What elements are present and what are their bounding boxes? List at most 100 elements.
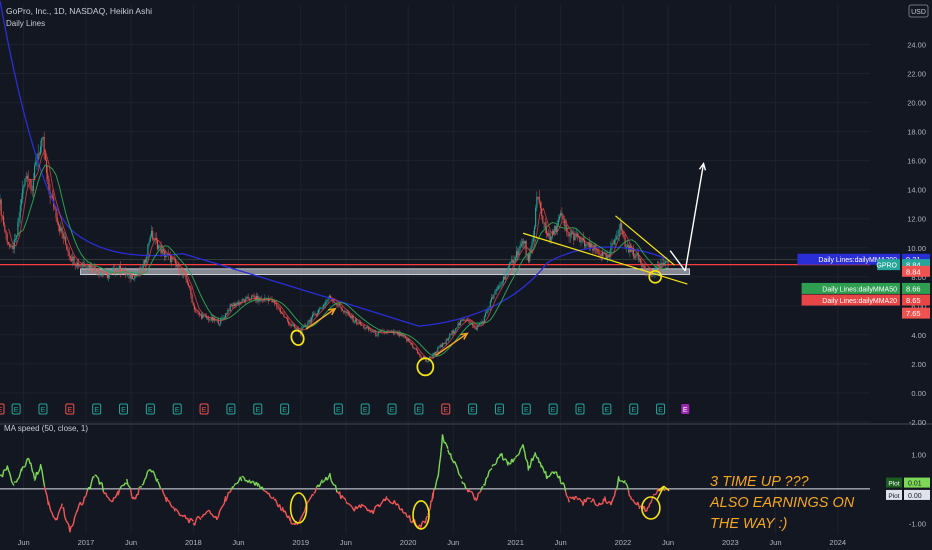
candle-body [61, 227, 63, 234]
candle-body [66, 243, 68, 250]
candle-body [69, 256, 71, 259]
candle-body [520, 243, 522, 247]
candle-body [177, 264, 179, 266]
osc-segment [124, 482, 128, 485]
candle-body [411, 342, 413, 345]
candle-body [448, 338, 450, 341]
osc-segment [356, 506, 359, 510]
candle-body [146, 257, 148, 263]
candle-body [19, 205, 21, 218]
candle-body [406, 337, 408, 341]
candle-body [187, 283, 190, 287]
candle-body [539, 202, 541, 209]
price-label-name: Daily Lines:dailyMMA20 [822, 298, 897, 305]
candle-body [227, 310, 229, 314]
candle-body [459, 320, 462, 325]
y-tick-label: 0.00 [911, 389, 926, 398]
candle-body [414, 348, 416, 350]
candle-body [148, 241, 150, 245]
candle-body [325, 301, 327, 305]
earnings-marker-next: E [681, 404, 690, 414]
candle-body [641, 262, 643, 267]
osc-segment [606, 501, 610, 505]
osc-segment [306, 500, 310, 504]
osc-segment [30, 462, 33, 468]
y-tick-label: 22.00 [907, 70, 926, 79]
candle-body [416, 350, 419, 354]
osc-segment [434, 481, 438, 487]
candle-body [317, 309, 320, 313]
candle-body [438, 347, 440, 348]
candle-body [524, 240, 526, 244]
osc-price-label: Plot 0.01 [886, 477, 930, 488]
candle-body [453, 331, 456, 334]
candle-body [450, 334, 452, 336]
osc-segment [120, 484, 123, 488]
candle-body [164, 250, 166, 258]
candle-body [626, 245, 629, 247]
candle-body [543, 222, 545, 224]
candle-body [564, 225, 567, 227]
candle-body [452, 330, 454, 334]
candle-body [102, 273, 104, 275]
candle-body [433, 353, 435, 356]
candle-body [527, 254, 530, 262]
candle-body [504, 276, 506, 280]
osc-segment [174, 508, 178, 511]
candle-body [23, 185, 25, 189]
candle-body [315, 314, 317, 316]
candle-body [202, 315, 204, 319]
candle-body [549, 232, 551, 241]
candle-body [413, 347, 415, 349]
y-tick-label: 16.00 [907, 157, 926, 166]
earnings-next-letter: E [683, 407, 688, 414]
candle-body [5, 230, 7, 234]
osc-segment [396, 503, 400, 506]
candle-body [56, 217, 58, 223]
candle-body [130, 275, 132, 279]
osc-segment [361, 504, 364, 507]
candle-body [615, 239, 617, 241]
osc-segment [579, 498, 582, 502]
osc-segment [189, 517, 193, 521]
candle-body [619, 223, 621, 230]
candle-body [477, 324, 479, 326]
candle-body [31, 189, 33, 191]
candle-body [127, 274, 129, 276]
osc-segment [7, 470, 11, 474]
osc-segment [589, 497, 592, 500]
candle-body [45, 160, 48, 173]
candle-body [22, 188, 24, 200]
candle-body [512, 259, 514, 264]
candle-body [463, 319, 465, 321]
chart-canvas[interactable]: E E E E E E E E E E E E E E E E E E E E E E E E E E 24.00 22.00 20.… [0, 0, 932, 550]
osc-segment [92, 475, 95, 478]
osc-segment [269, 496, 272, 499]
candle-body [358, 321, 360, 324]
candle-body [657, 265, 660, 267]
candle-body [494, 290, 496, 295]
price-label-value: 8.65 [906, 296, 921, 305]
y-tick-label: -2.00 [909, 418, 926, 427]
earnings-marker-up-letter: E [229, 407, 234, 414]
earnings-marker-up-letter: E [605, 407, 610, 414]
x-tick-label: Jun [18, 538, 30, 547]
candle-body [638, 258, 640, 260]
candle-body [310, 317, 312, 322]
candle-body [326, 300, 328, 302]
candle-body [348, 314, 351, 316]
candle-body [183, 273, 185, 275]
earnings-marker-up-letter: E [658, 407, 663, 414]
candle-body [112, 268, 114, 271]
candle-body [569, 234, 571, 237]
candle-body [521, 241, 524, 244]
candle-body [444, 343, 446, 345]
osc-segment [574, 495, 578, 499]
candle-body [499, 286, 501, 287]
candle-body [143, 260, 145, 265]
candle-body [3, 216, 5, 225]
candle-body [319, 308, 321, 310]
candle-body [118, 265, 120, 270]
candle-body [236, 302, 238, 304]
price-label-name: GPRO [876, 263, 897, 270]
